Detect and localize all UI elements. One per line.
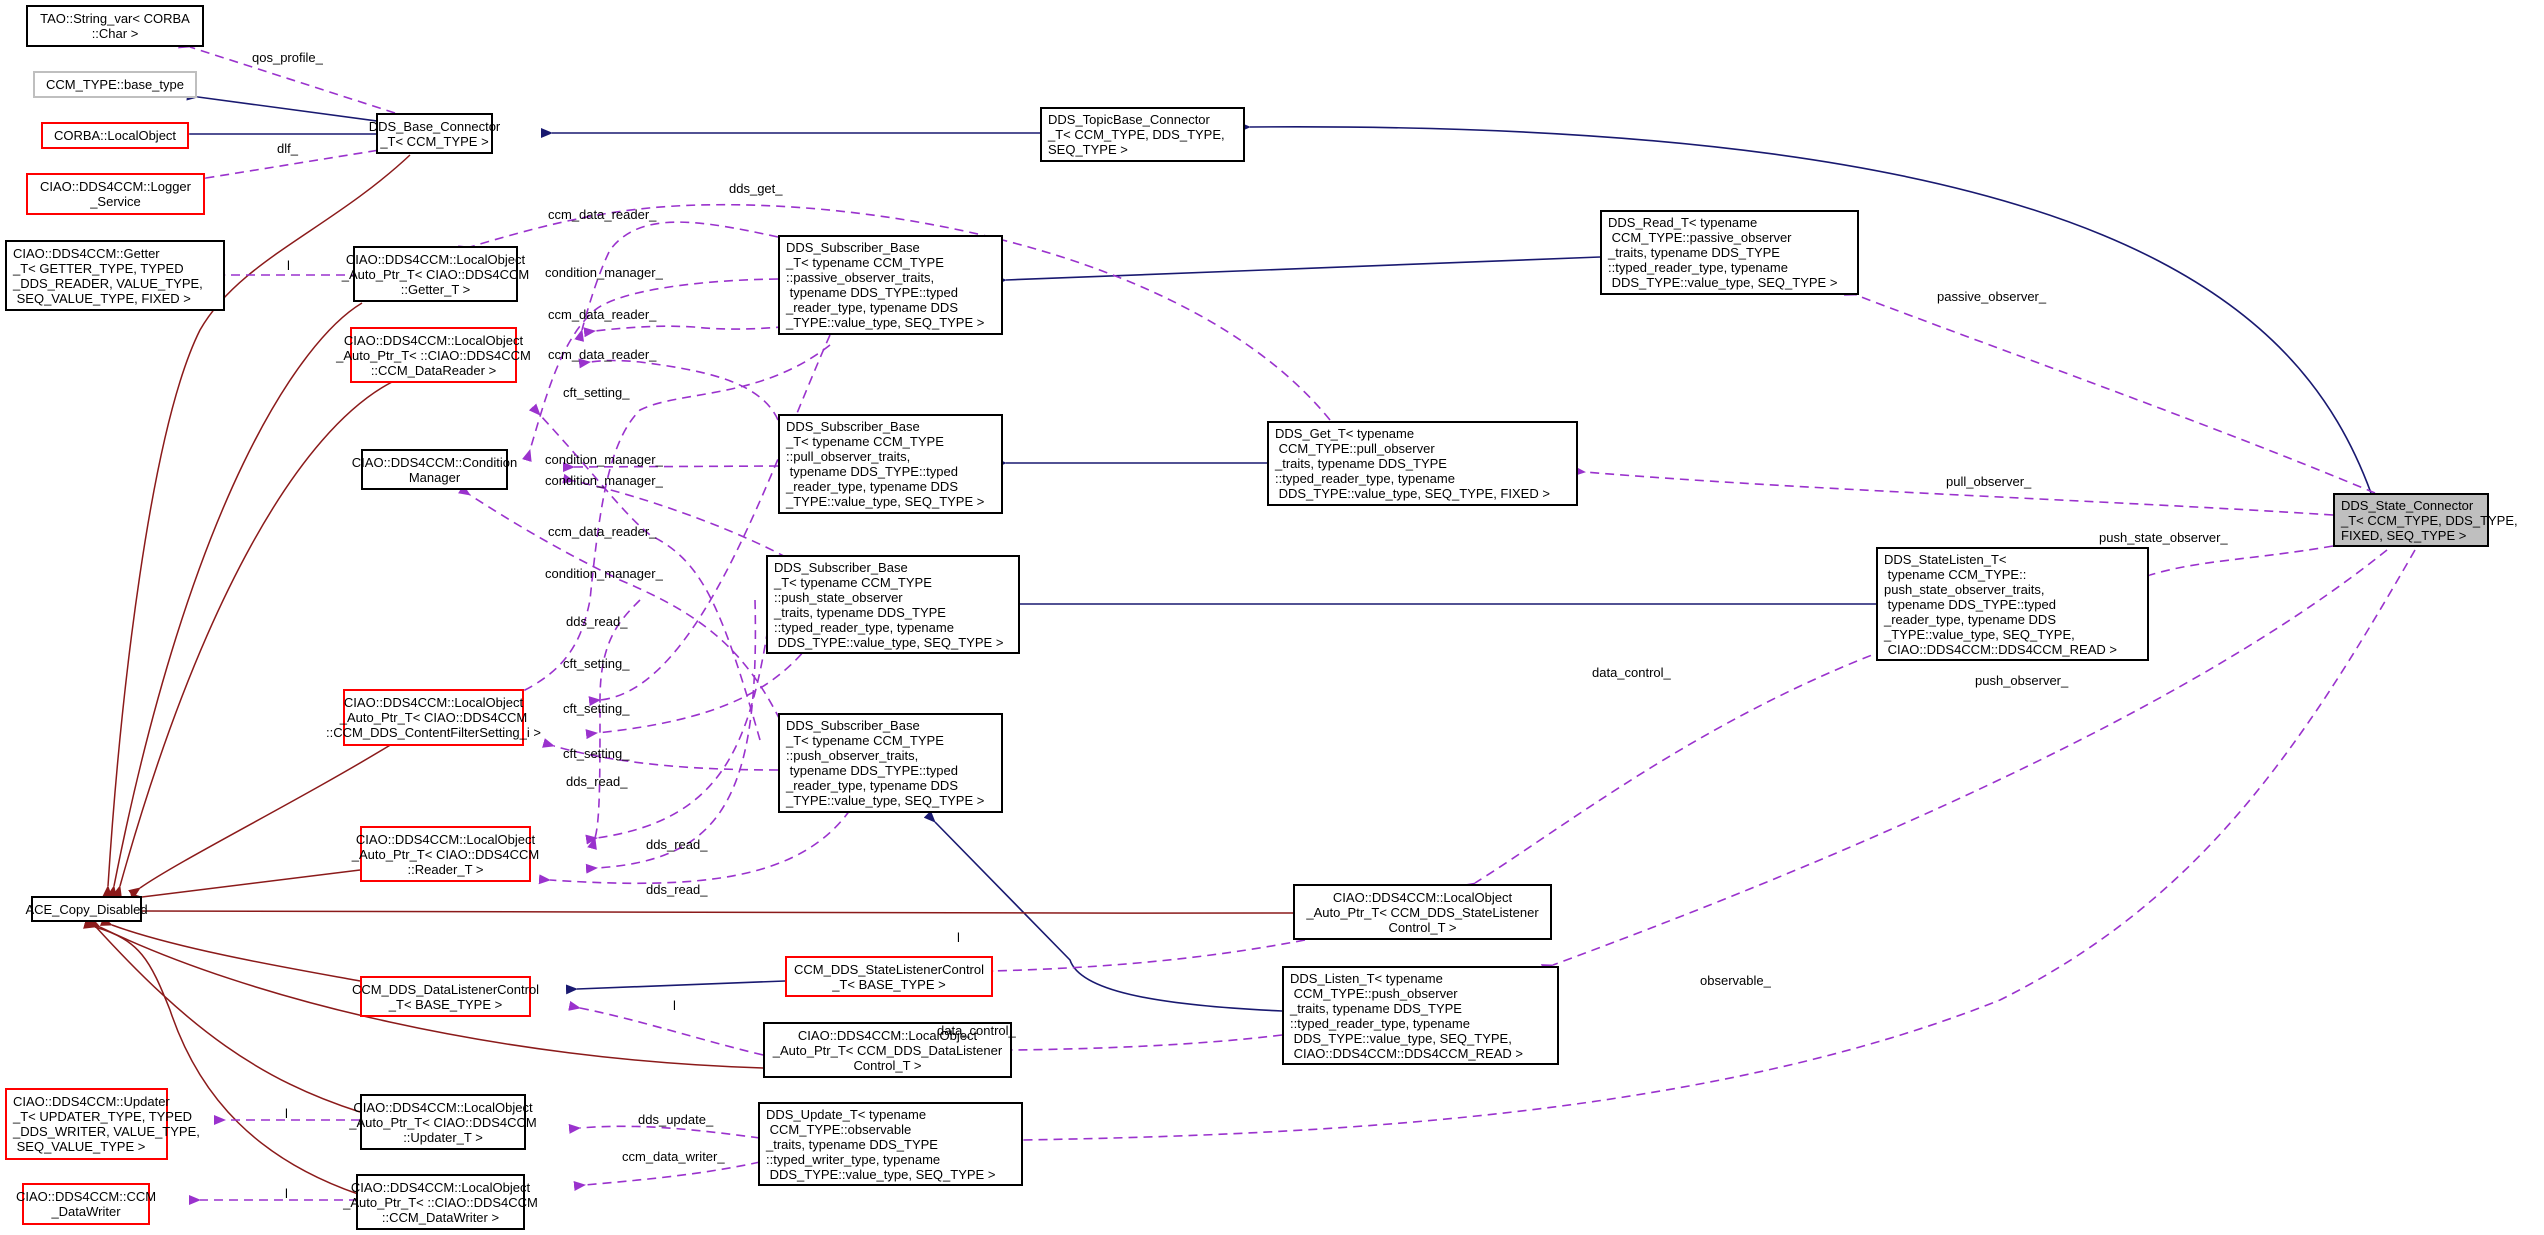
edge-dds-read-2: [585, 614, 771, 845]
edge-label-dds-read-2: dds_read_: [566, 774, 628, 789]
edge-label-l-writer: l: [285, 1186, 288, 1201]
node-dds-read[interactable]: DDS_Read_T< typename CCM_TYPE::passive_o…: [1600, 210, 1859, 295]
edge-data-control-2: [999, 1034, 1283, 1056]
edge-label-dds-read-3: dds_read_: [646, 837, 708, 852]
edge-label-dlf: dlf_: [277, 141, 298, 156]
edge-label-condition-manager-3: condition_manager_: [545, 473, 663, 488]
edge-label-push-observer: push_observer_: [1975, 673, 2069, 688]
edge-label-dds-read-4: dds_read_: [646, 882, 708, 897]
edge-label-ccm-data-reader-2: ccm_data_reader_: [548, 307, 657, 322]
edge-dds-read-1: [587, 599, 641, 850]
edge-logetter-to-ace: [106, 302, 363, 898]
edge-push-state-observer: [2138, 545, 2334, 583]
edge-cm-3: [562, 473, 801, 566]
edge-l-data: [568, 1000, 764, 1056]
edge-loupdater-to-ace: [84, 915, 361, 1113]
edge-label-ccm-data-reader-3: ccm_data_reader_: [548, 347, 657, 362]
edge-observable: [1011, 549, 2416, 1146]
edge-l-state: [981, 939, 1306, 977]
edge-label-ccm-data-reader-4: ccm_data_reader_: [548, 524, 657, 539]
node-lo-getter[interactable]: CIAO::DDS4CCM::LocalObject _Auto_Ptr_T< …: [342, 246, 529, 302]
edge-label-cft-setting-2: cft_setting_: [563, 656, 630, 671]
edge-label-dds-update: dds_update_: [638, 1112, 714, 1127]
node-ccm-datawriter[interactable]: CIAO::DDS4CCM::CCM _DataWriter: [16, 1183, 156, 1225]
diagram-edges: [83, 38, 2416, 1205]
edge-label-l-data: l: [673, 998, 676, 1013]
node-topicbase-connector[interactable]: DDS_TopicBase_Connector _T< CCM_TYPE, DD…: [1040, 107, 1245, 162]
node-getter[interactable]: CIAO::DDS4CCM::Getter _T< GETTER_TYPE, T…: [5, 240, 225, 311]
edge-label-l-state: l: [957, 930, 960, 945]
node-lo-datareader[interactable]: CIAO::DDS4CCM::LocalObject _Auto_Ptr_T< …: [336, 327, 531, 383]
edge-label-condition-manager-1: condition_manager_: [545, 265, 663, 280]
edge-data-control-1: [1463, 649, 1886, 894]
node-lo-state-listener[interactable]: CIAO::DDS4CCM::LocalObject _Auto_Ptr_T< …: [1293, 884, 1552, 940]
node-ace-copy-disabled[interactable]: ACE_Copy_Disabled: [25, 896, 148, 922]
edge-read-to-subpassive: [994, 256, 1601, 286]
edge-label-condition-manager-2: condition_manager_: [545, 452, 663, 467]
edge-dds-update: [568, 1123, 761, 1139]
edge-label-cft-setting-1: cft_setting_: [563, 385, 630, 400]
node-data-listener-control[interactable]: CCM_DDS_DataListenerControl _T< BASE_TYP…: [352, 976, 539, 1017]
edge-label-cft-setting-4: cft_setting_: [563, 746, 630, 761]
edge-label-pull-observer: pull_observer_: [1946, 474, 2032, 489]
edge-base-to-basetype: [186, 90, 393, 124]
node-state-connector[interactable]: DDS_State_Connector _T< CCM_TYPE, DDS_TY…: [2333, 493, 2518, 547]
edge-label-observable: observable_: [1700, 973, 1771, 988]
node-dds-get[interactable]: DDS_Get_T< typename CCM_TYPE::pull_obser…: [1267, 421, 1578, 506]
node-condition-manager[interactable]: CIAO::DDS4CCM::Condition Manager: [352, 449, 517, 490]
edge-ccm-data-writer: [573, 1161, 761, 1191]
edge-label-condition-manager-4: condition_manager_: [545, 566, 663, 581]
node-lo-reader[interactable]: CIAO::DDS4CCM::LocalObject _Auto_Ptr_T< …: [352, 826, 539, 882]
node-dds-update[interactable]: DDS_Update_T< typename CCM_TYPE::observa…: [758, 1102, 1023, 1186]
node-base-connector[interactable]: DDS_Base_Connector _T< CCM_TYPE >: [369, 113, 500, 154]
node-lo-cft[interactable]: CIAO::DDS4CCM::LocalObject _Auto_Ptr_T< …: [326, 689, 541, 746]
node-updater[interactable]: CIAO::DDS4CCM::Updater _T< UPDATER_TYPE,…: [5, 1088, 200, 1160]
edge-label-passive-observer: passive_observer_: [1937, 289, 2047, 304]
edge-label-l-updater: l: [285, 1106, 288, 1121]
edge-label-cft-setting-3: cft_setting_: [563, 701, 630, 716]
edge-label-data-control-1: data_control_: [1592, 665, 1671, 680]
node-lo-datawriter[interactable]: CIAO::DDS4CCM::LocalObject _Auto_Ptr_T< …: [343, 1174, 538, 1230]
node-state-listener-control[interactable]: CCM_DDS_StateListenerControl _T< BASE_TY…: [785, 956, 993, 997]
edge-cdr-2: [583, 324, 801, 338]
edge-passive-observer: [1843, 286, 2376, 494]
node-subscriber-passive[interactable]: DDS_Subscriber_Base _T< typename CCM_TYP…: [778, 235, 1003, 335]
node-corba-local-object[interactable]: CORBA::LocalObject: [41, 122, 189, 149]
edge-dds-read-3: [585, 599, 757, 874]
node-lo-updater[interactable]: CIAO::DDS4CCM::LocalObject _Auto_Ptr_T< …: [349, 1094, 537, 1150]
edge-label-data-control-2: data_control_: [937, 1023, 1016, 1038]
node-dds-listen[interactable]: DDS_Listen_T< typename CCM_TYPE::push_ob…: [1282, 966, 1559, 1065]
node-subscriber-push-state[interactable]: DDS_Subscriber_Base _T< typename CCM_TYP…: [766, 555, 1020, 654]
node-logger-service[interactable]: CIAO::DDS4CCM::Logger _Service: [26, 173, 205, 215]
edge-label-ccm-data-reader-1: ccm_data_reader_: [548, 207, 657, 222]
edge-lostatelistener-to-ace: [130, 906, 1294, 917]
node-string-var[interactable]: TAO::String_var< CORBA ::Char >: [26, 5, 204, 47]
edge-datalistenerctl-to-ace: [99, 916, 361, 982]
edge-label-l-getter: l: [287, 258, 290, 273]
edge-loreader-to-ace: [130, 869, 361, 904]
edge-label-qos-profile: qos_profile_: [252, 50, 323, 65]
edge-label-ccm-data-writer: ccm_data_writer_: [622, 1149, 725, 1164]
node-state-listen[interactable]: DDS_StateListen_T< typename CCM_TYPE:: p…: [1876, 547, 2149, 661]
edge-statelistenerctl-to-datalistenerctl: [565, 980, 786, 995]
node-subscriber-pull[interactable]: DDS_Subscriber_Base _T< typename CCM_TYP…: [778, 414, 1003, 514]
edge-label-dds-get: dds_get_: [729, 181, 783, 196]
node-subscriber-push[interactable]: DDS_Subscriber_Base _T< typename CCM_TYP…: [778, 713, 1003, 813]
edge-dlf: [194, 147, 393, 185]
node-base-type[interactable]: CCM_TYPE::base_type: [33, 71, 197, 98]
edge-label-dds-read-1: dds_read_: [566, 614, 628, 629]
edge-label-push-state-observer: push_state_observer_: [2099, 530, 2228, 545]
